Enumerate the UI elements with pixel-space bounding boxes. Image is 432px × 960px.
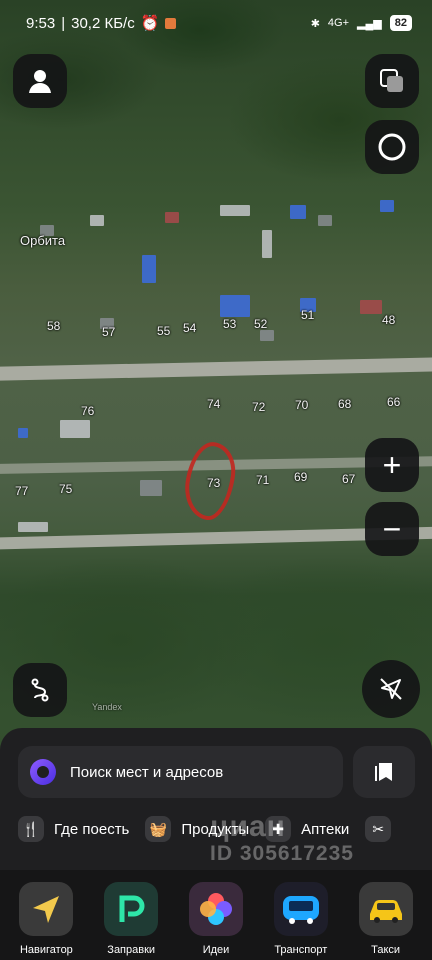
- plus-icon: +: [382, 447, 402, 483]
- search-placeholder: Поиск мест и адресов: [70, 763, 224, 781]
- house-number: 55: [157, 324, 171, 338]
- alice-icon: [30, 759, 56, 785]
- house-number: 51: [301, 308, 315, 322]
- ideas-icon: [188, 882, 243, 936]
- hand-drawn-circle-marker: [180, 439, 240, 523]
- alarm-icon: ⏰: [140, 15, 160, 32]
- house-number: 57: [102, 325, 116, 339]
- building: [220, 295, 250, 317]
- house-number: 54: [183, 321, 197, 335]
- house-number: 77: [15, 484, 29, 498]
- house-number: 75: [59, 482, 73, 496]
- building: [90, 215, 104, 226]
- building: [60, 420, 90, 438]
- location-button[interactable]: [362, 660, 420, 718]
- house-number: 67: [342, 472, 356, 486]
- house-number: 70: [295, 398, 309, 412]
- search-bar[interactable]: Поиск мест и адресов: [18, 746, 343, 798]
- house-number: 72: [252, 400, 266, 414]
- navigator-icon: [19, 882, 74, 936]
- building: [318, 215, 332, 226]
- place-label: Орбита: [20, 233, 66, 248]
- app-navigator[interactable]: Навигатор: [6, 882, 86, 960]
- house-number: 58: [47, 319, 61, 333]
- yandex-logo: Yandex: [92, 702, 122, 712]
- house-number: 71: [256, 473, 270, 487]
- road-upper: [0, 357, 432, 381]
- bluetooth-icon: ✱: [310, 17, 320, 30]
- house-number: 76: [81, 404, 95, 418]
- signal-icon: ▂▄▆: [357, 17, 382, 30]
- route-button[interactable]: [13, 663, 67, 717]
- app-taxi[interactable]: Такси: [346, 882, 426, 960]
- basket-icon: 🧺: [145, 816, 172, 842]
- bookmarks-button[interactable]: [353, 746, 415, 798]
- status-bar: 9:53 | 30,2 КБ/с ⏰ ✱ 4G+ ▂▄▆ 82: [0, 0, 432, 46]
- house-number: 52: [254, 317, 268, 331]
- building: [360, 300, 382, 314]
- zoom-in-button[interactable]: +: [365, 438, 419, 492]
- building: [260, 330, 274, 341]
- app-transport[interactable]: Транспорт: [261, 882, 341, 960]
- app-refuel[interactable]: Заправки: [91, 882, 171, 960]
- building: [142, 255, 156, 283]
- house-number: 74: [207, 397, 221, 411]
- clock: 9:53: [26, 14, 56, 32]
- category-food[interactable]: 🍴 Где поесть: [18, 816, 129, 842]
- house-number: 66: [387, 395, 401, 409]
- cian-watermark: циан ID 305617235: [210, 810, 354, 865]
- layers-button[interactable]: [365, 54, 419, 108]
- network-speed: 30,2 КБ/с: [71, 14, 135, 32]
- building: [165, 212, 179, 223]
- app-dock: Навигатор Заправки Идеи Транспорт Такси: [0, 870, 432, 960]
- building: [18, 522, 48, 532]
- circle-icon: [378, 133, 406, 161]
- minus-icon: −: [382, 511, 402, 547]
- refuel-icon: [104, 882, 159, 936]
- network-type: 4G+: [327, 17, 350, 29]
- transport-icon: [273, 882, 328, 936]
- building: [290, 205, 306, 219]
- person-icon: [29, 70, 51, 93]
- building: [380, 200, 394, 212]
- profile-button[interactable]: [13, 54, 67, 108]
- building: [262, 230, 272, 258]
- scissors-icon: ✂: [365, 816, 392, 842]
- building: [220, 205, 250, 216]
- house-number: 48: [382, 313, 396, 327]
- house-number: 69: [294, 470, 308, 484]
- house-number: 68: [338, 397, 352, 411]
- house-number: 53: [223, 317, 237, 331]
- zoom-out-button[interactable]: −: [365, 502, 419, 556]
- bookmark-icon: [375, 763, 392, 781]
- building: [140, 480, 162, 496]
- app-ideas[interactable]: Идеи: [176, 882, 256, 960]
- fork-knife-icon: 🍴: [18, 816, 44, 842]
- layers-icon: [380, 69, 403, 92]
- route-icon: [31, 678, 49, 702]
- notification-icon: [165, 17, 177, 29]
- category-beauty[interactable]: ✂: [365, 816, 392, 842]
- building: [18, 428, 28, 438]
- alice-button[interactable]: [365, 120, 419, 174]
- location-off-icon: [380, 678, 402, 700]
- battery-indicator: 82: [389, 15, 412, 31]
- taxi-icon: [358, 882, 413, 936]
